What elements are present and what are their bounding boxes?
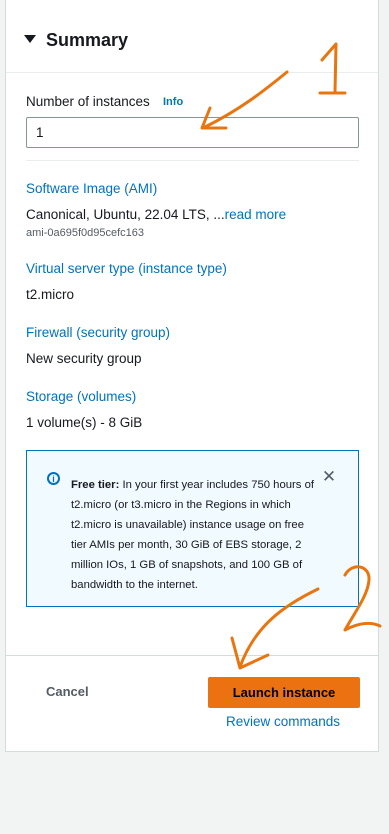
free-tier-body: In your first year includes 750 hours of… bbox=[71, 479, 314, 591]
read-more-link[interactable]: read more bbox=[225, 207, 287, 222]
summary-panel: Summary Number of instances Info Softwar… bbox=[5, 0, 379, 752]
storage-link[interactable]: Storage (volumes) bbox=[26, 389, 136, 404]
firewall-link[interactable]: Firewall (security group) bbox=[26, 325, 170, 340]
review-commands-link[interactable]: Review commands bbox=[226, 714, 340, 729]
ami-description: Canonical, Ubuntu, 22.04 LTS, ...read mo… bbox=[26, 207, 286, 222]
section-divider bbox=[26, 160, 359, 161]
close-icon[interactable]: ✕ bbox=[321, 468, 337, 485]
info-link[interactable]: Info bbox=[163, 96, 183, 108]
instance-type-value: t2.micro bbox=[26, 287, 75, 302]
annotation-label-1: 1 bbox=[0, 0, 1, 1]
free-tier-text: Free tier: In your first year includes 7… bbox=[71, 475, 321, 595]
software-image-link[interactable]: Software Image (AMI) bbox=[26, 181, 157, 196]
free-tier-alert: i ✕ Free tier: In your first year includ… bbox=[26, 450, 359, 607]
footer-divider bbox=[6, 655, 378, 656]
cancel-button[interactable]: Cancel bbox=[46, 684, 89, 699]
launch-instance-button[interactable]: Launch instance bbox=[208, 677, 360, 708]
summary-title: Summary bbox=[46, 30, 129, 50]
firewall-value: New security group bbox=[26, 351, 142, 366]
instances-label: Number of instances bbox=[26, 94, 150, 109]
ami-text: Canonical, Ubuntu, 22.04 LTS, ... bbox=[26, 207, 225, 222]
instances-input[interactable] bbox=[26, 117, 359, 148]
caret-down-icon[interactable] bbox=[24, 35, 36, 43]
annotation-label-2: 2 bbox=[0, 0, 1, 1]
free-tier-bold: Free tier: bbox=[71, 479, 120, 491]
info-circle-icon: i bbox=[47, 472, 60, 485]
summary-header[interactable]: Summary bbox=[6, 0, 378, 73]
storage-value: 1 volume(s) - 8 GiB bbox=[26, 415, 143, 430]
ami-id: ami-0a695f0d95cefc163 bbox=[26, 227, 145, 239]
instance-type-link[interactable]: Virtual server type (instance type) bbox=[26, 261, 227, 276]
